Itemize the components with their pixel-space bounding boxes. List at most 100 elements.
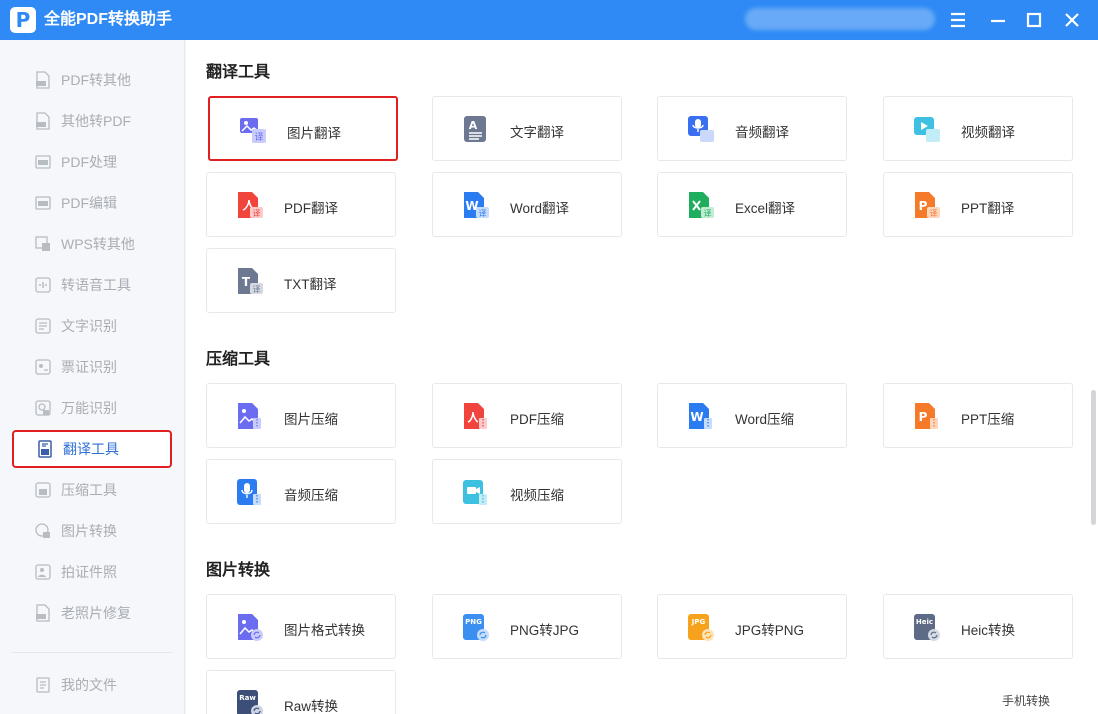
user-account-area[interactable]	[745, 8, 935, 30]
translate-icon	[36, 440, 54, 458]
video-translate-icon	[912, 114, 942, 144]
sidebar-divider	[12, 652, 172, 653]
sidebar-item-id-photo[interactable]: 拍证件照	[12, 553, 172, 591]
tool-card-label: 音频翻译	[735, 125, 789, 140]
tool-card-image-format[interactable]: 图片格式转换	[206, 594, 396, 659]
close-button[interactable]	[1060, 8, 1084, 32]
sidebar-item-label: 其他转PDF	[61, 113, 131, 129]
tool-card-label: 图片格式转换	[284, 623, 365, 638]
tool-card-label: Raw转换	[284, 699, 339, 714]
main-content: 翻译工具 译 图片翻译 A 文字翻译 音频翻译 视频翻译 译 PDF翻译 W译 …	[186, 40, 1089, 714]
tool-card-excel-translate[interactable]: 译 Excel翻译	[657, 172, 847, 237]
sidebar-item-compress[interactable]: 压缩工具	[12, 471, 172, 509]
tool-card-label: 图片压缩	[284, 412, 338, 427]
sidebar-item-ocr[interactable]: 文字识别	[12, 307, 172, 345]
sidebar-item-translate[interactable]: 翻译工具	[12, 430, 172, 468]
sidebar-item-label: 文字识别	[61, 318, 117, 334]
image-compress-icon	[235, 401, 265, 431]
pdf-process-icon	[34, 153, 52, 171]
menu-button[interactable]	[946, 8, 970, 32]
ocr-icon	[34, 317, 52, 335]
speech-icon	[34, 276, 52, 294]
hamburger-menu-icon	[951, 12, 965, 28]
tool-card-image-compress[interactable]: 图片压缩	[206, 383, 396, 448]
sidebar-item-other-to-pdf[interactable]: 其他转PDF	[12, 102, 172, 140]
tool-card-png-to-jpg[interactable]: PNG PNG转JPG	[432, 594, 622, 659]
sidebar-item-label: 老照片修复	[61, 605, 131, 621]
tool-card-label: 视频翻译	[961, 125, 1015, 140]
heic-icon: Heic	[912, 612, 942, 642]
app-logo-letter: P	[15, 8, 31, 32]
tool-card-audio-translate[interactable]: 音频翻译	[657, 96, 847, 161]
sidebar-item-label: 翻译工具	[63, 441, 119, 457]
tool-card-video-translate[interactable]: 视频翻译	[883, 96, 1073, 161]
ppt-translate-icon: P译	[912, 190, 942, 220]
tool-card-label: 视频压缩	[510, 488, 564, 503]
sidebar-item-pdf-to-other[interactable]: PDF转其他	[12, 61, 172, 99]
svg-text:W: W	[690, 410, 703, 424]
sidebar-item-pdf-process[interactable]: PDF处理	[12, 143, 172, 181]
sidebar-item-wps-to-other[interactable]: WPS转其他	[12, 225, 172, 263]
pdf-doc-icon	[34, 112, 52, 130]
tool-card-pdf-translate[interactable]: 译 PDF翻译	[206, 172, 396, 237]
svg-text:P: P	[919, 410, 928, 424]
sidebar-item-label: 票证识别	[61, 359, 117, 375]
raw-icon: Raw	[235, 688, 265, 714]
sidebar: PDF转其他 其他转PDF PDF处理 PDF编辑 WPS转其他 转语音工具 文…	[0, 40, 185, 714]
tool-card-label: TXT翻译	[284, 277, 337, 292]
word-compress-icon: W	[686, 401, 716, 431]
tool-card-txt-translate[interactable]: T译 TXT翻译	[206, 248, 396, 313]
sidebar-item-image-convert[interactable]: 图片转换	[12, 512, 172, 550]
sidebar-item-label: 压缩工具	[61, 482, 117, 498]
main-scrollbar[interactable]	[1089, 40, 1098, 714]
tool-card-label: JPG转PNG	[735, 623, 805, 638]
scrollbar-thumb[interactable]	[1091, 390, 1096, 525]
audio-compress-icon	[235, 477, 265, 507]
tool-card-word-translate[interactable]: W译 Word翻译	[432, 172, 622, 237]
heic-badge: Heic	[916, 618, 933, 626]
tool-card-ppt-compress[interactable]: P PPT压缩	[883, 383, 1073, 448]
tool-card-label: 音频压缩	[284, 488, 338, 503]
sidebar-item-universal-scan[interactable]: 万能识别	[12, 389, 172, 427]
sidebar-item-label: PDF转其他	[61, 72, 131, 88]
tool-card-word-compress[interactable]: W Word压缩	[657, 383, 847, 448]
svg-text:译: 译	[479, 209, 487, 218]
tool-card-image-translate[interactable]: 译 图片翻译	[208, 96, 398, 161]
tool-card-label: PDF翻译	[284, 201, 338, 216]
tool-card-jpg-to-png[interactable]: JPG JPG转PNG	[657, 594, 847, 659]
photo-repair-icon	[34, 604, 52, 622]
tool-card-heic[interactable]: Heic Heic转换	[883, 594, 1073, 659]
tool-card-audio-compress[interactable]: 音频压缩	[206, 459, 396, 524]
sidebar-item-label: 图片转换	[61, 523, 117, 539]
sidebar-item-label: 转语音工具	[61, 277, 131, 293]
section-title-compress: 压缩工具	[206, 351, 271, 368]
minimize-icon	[991, 19, 1005, 23]
tool-card-ppt-translate[interactable]: P译 PPT翻译	[883, 172, 1073, 237]
phone-convert-link[interactable]: 手机转换	[1002, 692, 1050, 709]
png-badge: PNG	[465, 618, 482, 626]
sidebar-item-my-files[interactable]: 我的文件	[12, 666, 172, 704]
tool-card-label: Excel翻译	[735, 201, 796, 216]
id-photo-icon	[34, 563, 52, 581]
sidebar-item-ticket[interactable]: 票证识别	[12, 348, 172, 386]
sidebar-item-speech[interactable]: 转语音工具	[12, 266, 172, 304]
tool-card-video-compress[interactable]: 视频压缩	[432, 459, 622, 524]
svg-text:译: 译	[253, 209, 261, 218]
sidebar-item-pdf-edit[interactable]: PDF编辑	[12, 184, 172, 222]
image-convert-icon	[34, 522, 52, 540]
minimize-button[interactable]	[986, 8, 1010, 32]
svg-text:译: 译	[253, 285, 261, 294]
section-title-translate: 翻译工具	[206, 64, 271, 81]
tool-card-pdf-compress[interactable]: PDF压缩	[432, 383, 622, 448]
raw-badge: Raw	[239, 694, 256, 702]
png-icon: PNG	[461, 612, 491, 642]
tool-card-text-translate[interactable]: A 文字翻译	[432, 96, 622, 161]
tool-card-raw[interactable]: Raw Raw转换	[206, 670, 396, 714]
tool-card-label: Word压缩	[735, 412, 795, 427]
sidebar-item-label: 万能识别	[61, 400, 117, 416]
txt-translate-icon: T译	[235, 266, 265, 296]
sidebar-item-photo-repair[interactable]: 老照片修复	[12, 594, 172, 632]
maximize-button[interactable]	[1022, 8, 1046, 32]
svg-text:译: 译	[930, 209, 938, 218]
scan-icon	[34, 399, 52, 417]
